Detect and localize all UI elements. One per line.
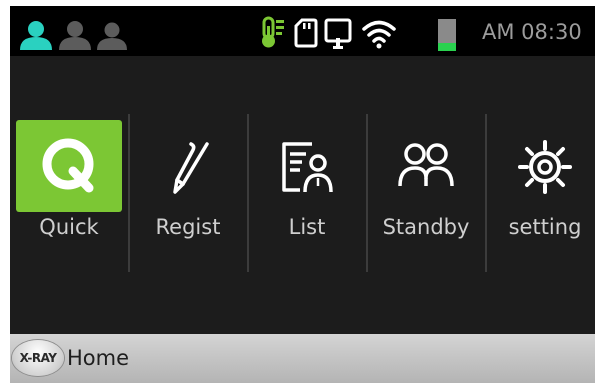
menu-label-standby: Standby (382, 215, 470, 239)
pen-icon (173, 142, 209, 194)
user-active-icon[interactable] (18, 20, 54, 50)
menu-item-standby[interactable]: Standby (367, 114, 485, 284)
user-inactive-icon[interactable] (57, 20, 93, 50)
wifi-icon (362, 20, 396, 49)
gear-icon (518, 140, 572, 194)
menu-item-setting[interactable]: setting (486, 114, 595, 284)
quick-tile[interactable] (16, 120, 122, 212)
regist-tile[interactable] (135, 120, 241, 212)
xray-home-button[interactable]: X-RAY (12, 340, 64, 376)
quick-q-icon (42, 138, 94, 193)
patient-list-icon (282, 142, 333, 193)
menu-label-list: List (288, 215, 326, 239)
status-bar: AM 08:30 (10, 6, 595, 56)
menu-label-quick: Quick (39, 215, 99, 239)
battery-icon (438, 19, 456, 51)
bottom-bar: X-RAY Home (10, 334, 595, 383)
breadcrumb: Home (67, 346, 130, 370)
main-menu: Quick Regist List Standby setting (10, 56, 595, 334)
tablet-icon (324, 18, 352, 49)
device-display: AM 08:30 Quick Regist List Standby setti… (10, 6, 595, 383)
menu-item-list[interactable]: List (248, 114, 366, 284)
menu-label-setting: setting (508, 215, 582, 239)
setting-tile[interactable] (492, 120, 595, 212)
list-tile[interactable] (254, 120, 360, 212)
users-icon (398, 143, 454, 187)
screen: AM 08:30 Quick Regist List Standby setti… (0, 0, 597, 386)
standby-tile[interactable] (373, 120, 479, 212)
clock: AM 08:30 (482, 20, 582, 44)
menu-item-quick[interactable]: Quick (10, 114, 128, 284)
menu-label-regist: Regist (155, 215, 221, 239)
thermometer-icon (262, 16, 284, 48)
menu-item-regist[interactable]: Regist (129, 114, 247, 284)
user-inactive-icon[interactable] (95, 22, 129, 50)
sd-card-icon (294, 18, 318, 48)
